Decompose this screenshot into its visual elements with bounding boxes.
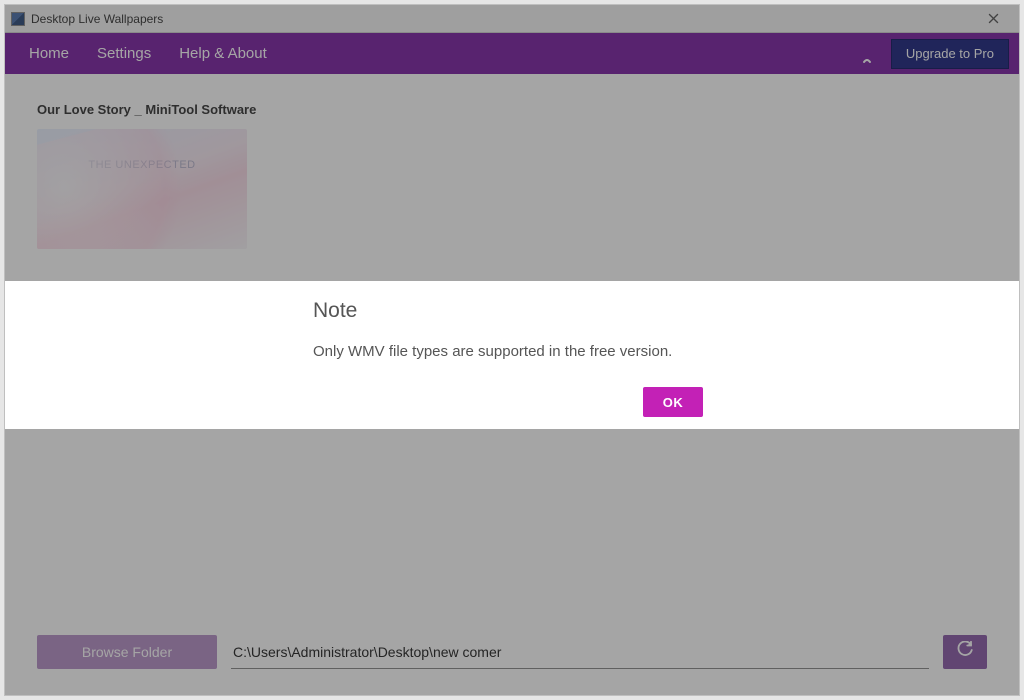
dialog-message: Only WMV file types are supported in the… [313, 343, 1019, 360]
ok-button[interactable]: OK [643, 387, 703, 417]
note-dialog: Note Only WMV file types are supported i… [5, 281, 1019, 429]
dialog-title: Note [313, 299, 1019, 323]
dialog-actions: OK [643, 387, 703, 417]
app-window: Desktop Live Wallpapers Home Settings He… [4, 4, 1020, 696]
